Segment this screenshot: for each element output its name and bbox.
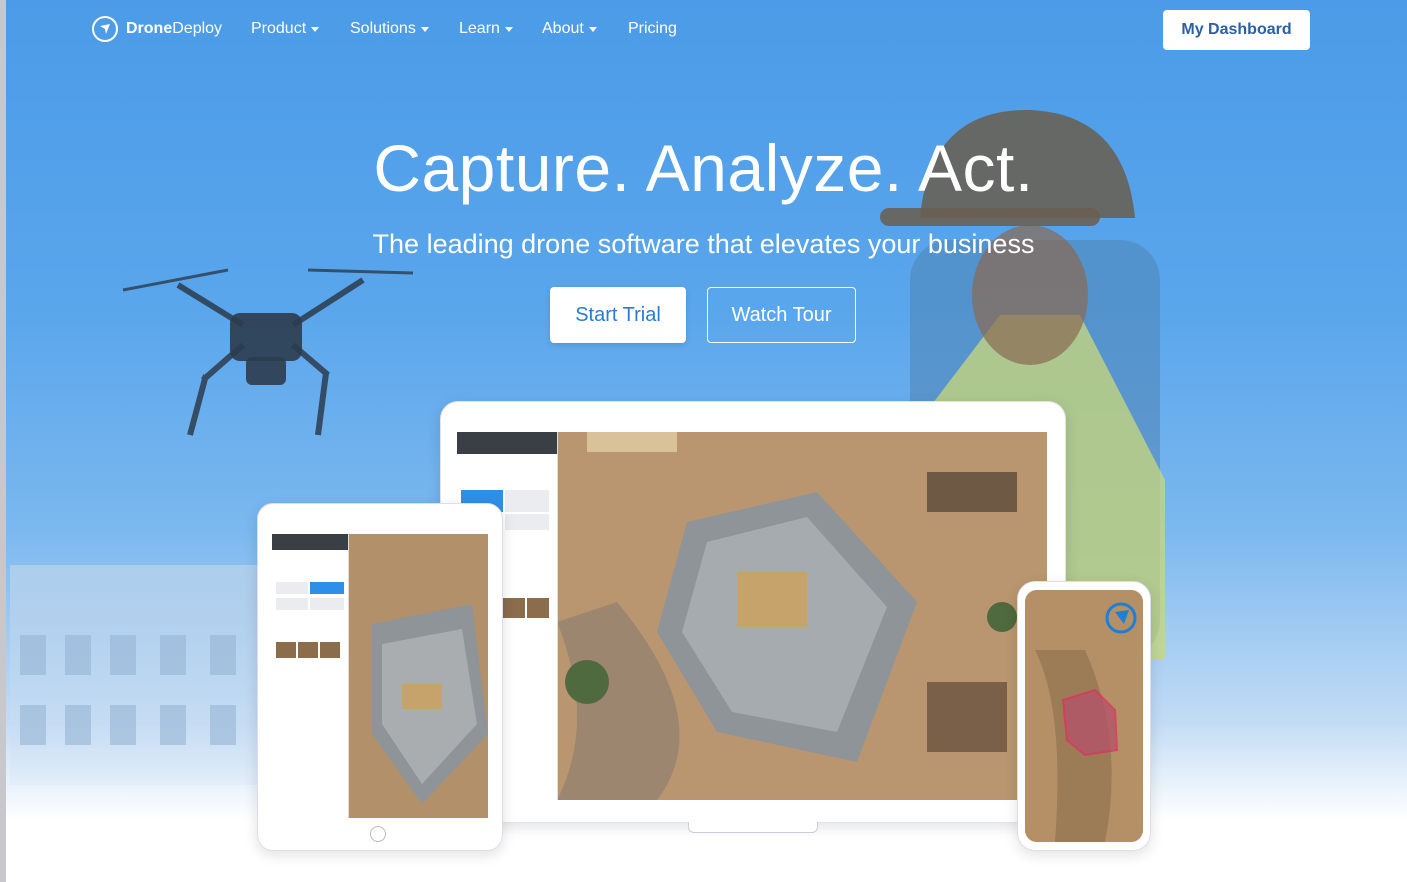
- nav-solutions[interactable]: Solutions: [350, 20, 429, 38]
- my-dashboard-button[interactable]: My Dashboard: [1163, 10, 1310, 50]
- sidebar-title: [457, 454, 557, 458]
- laptop-mockup: [440, 401, 1066, 823]
- brand-name: DroneDeploy: [126, 20, 223, 37]
- hero-headline: Capture. Analyze. Act.: [373, 131, 1034, 205]
- tablet-screen: [272, 534, 488, 818]
- hero-subheadline: The leading drone software that elevates…: [372, 229, 1035, 259]
- sidebar-elevation-button[interactable]: [505, 514, 549, 530]
- nav-pricing[interactable]: Pricing: [628, 20, 677, 38]
- brand-logo[interactable]: DroneDeploy: [92, 16, 222, 42]
- sidebar-toolbar: [272, 534, 348, 550]
- chevron-down-icon: [588, 26, 597, 32]
- phone-site-map: [1025, 590, 1143, 842]
- nav-product[interactable]: Product: [251, 20, 320, 38]
- laptop-trackpad-notch: [688, 822, 818, 833]
- nav-product-label: Product: [251, 20, 307, 37]
- drone-illustration: [122, 268, 414, 436]
- image-thumbnail[interactable]: [320, 642, 340, 658]
- tablet-map-sidebar: [272, 534, 349, 818]
- watch-tour-button[interactable]: Watch Tour: [707, 287, 856, 343]
- top-navigation: DroneDeploy Product Solutions Learn Abou…: [0, 0, 1407, 60]
- tablet-mockup: [257, 503, 503, 851]
- nav-pricing-label: Pricing: [628, 20, 677, 37]
- hero-section: DroneDeploy Product Solutions Learn Abou…: [0, 0, 1407, 882]
- sidebar-3d-button[interactable]: [310, 582, 344, 594]
- chevron-down-icon: [311, 26, 320, 32]
- nav-about-label: About: [542, 20, 584, 37]
- image-thumbnail[interactable]: [527, 598, 549, 618]
- chevron-down-icon: [504, 26, 513, 32]
- phone-mockup: [1017, 581, 1151, 851]
- nav-learn[interactable]: Learn: [459, 20, 513, 38]
- sidebar-view-button[interactable]: [276, 582, 308, 594]
- chevron-down-icon: [420, 26, 429, 32]
- nav-about[interactable]: About: [542, 20, 597, 38]
- laptop-screen: [457, 432, 1047, 800]
- phone-screen: [1025, 590, 1143, 842]
- sidebar-elevation-button[interactable]: [310, 598, 344, 610]
- sidebar-annotation-button[interactable]: [276, 598, 308, 610]
- image-thumbnail[interactable]: [298, 642, 318, 658]
- sidebar-toolbar: [457, 432, 557, 454]
- image-thumbnail[interactable]: [276, 642, 296, 658]
- sidebar-3d-button[interactable]: [505, 490, 549, 512]
- nav-learn-label: Learn: [459, 20, 500, 37]
- nav-solutions-label: Solutions: [350, 20, 416, 37]
- start-trial-button[interactable]: Start Trial: [550, 287, 686, 343]
- tablet-home-button: [370, 826, 386, 842]
- image-thumbnail[interactable]: [503, 598, 525, 618]
- dronedeploy-logo-icon: [92, 16, 118, 42]
